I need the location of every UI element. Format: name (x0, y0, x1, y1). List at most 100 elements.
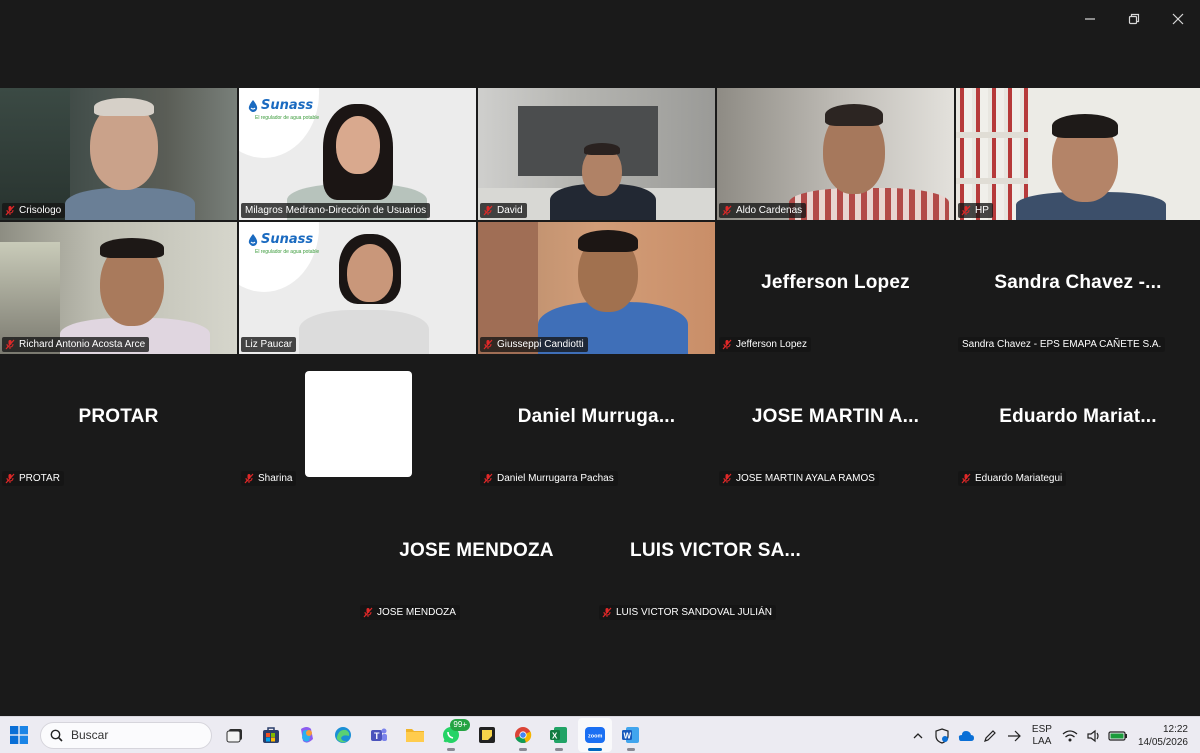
minimize-icon (1085, 18, 1095, 20)
volume-button[interactable] (1082, 724, 1106, 748)
zoom-app[interactable]: zoom (578, 718, 612, 752)
minimize-button[interactable] (1068, 6, 1112, 32)
teams-app[interactable]: T (362, 718, 396, 752)
store-app[interactable] (254, 718, 288, 752)
window-controls (1068, 6, 1200, 32)
search-icon (50, 729, 63, 742)
chevron-up-icon (913, 732, 923, 738)
participant-display-name: Sandra Chavez -... (994, 272, 1162, 293)
participant-tile[interactable]: Jefferson Lopez Jefferson Lopez (717, 222, 954, 354)
edge-app[interactable] (326, 718, 360, 752)
participant-name-tag: Milagros Medrano-Dirección de Usuarios (241, 203, 431, 218)
participant-name-tag: JOSE MENDOZA (360, 605, 460, 620)
excel-icon: X (550, 727, 567, 743)
participant-tile[interactable]: JOSE MARTIN A... JOSE MARTIN AYALA RAMOS (717, 356, 954, 488)
muted-mic-icon (483, 473, 493, 484)
copilot-app[interactable] (290, 718, 324, 752)
participant-name-tag: Liz Paucar (241, 337, 297, 352)
participant-name-tag: Eduardo Mariategui (958, 471, 1067, 486)
participant-display-name: Daniel Murruga... (517, 406, 676, 427)
participant-tile[interactable]: Eduardo Mariat... Eduardo Mariategui (956, 356, 1200, 488)
muted-mic-icon (5, 339, 15, 350)
excel-app[interactable]: X (542, 718, 576, 752)
cloud-icon (958, 730, 974, 741)
participant-tile[interactable]: Sandra Chavez -... Sandra Chavez - EPS E… (956, 222, 1200, 354)
start-button[interactable] (6, 722, 32, 748)
zoom-label: zoom (588, 734, 602, 740)
participant-tile[interactable]: Daniel Murruga... Daniel Murrugarra Pach… (478, 356, 715, 488)
store-icon (263, 727, 279, 743)
muted-mic-icon (961, 205, 971, 216)
muted-mic-icon (961, 473, 971, 484)
participant-tile-active-speaker[interactable]: Sunass El regulador de agua potable Mila… (239, 88, 476, 220)
muted-mic-icon (5, 473, 15, 484)
windows-logo-icon (10, 726, 28, 744)
muted-mic-icon (363, 607, 373, 618)
participant-video: Sunass El regulador de agua potable (239, 88, 476, 220)
muted-mic-icon (722, 205, 732, 216)
speaker-icon (1087, 729, 1099, 742)
chrome-app[interactable] (506, 718, 540, 752)
clock-time: 12:22 (1162, 723, 1188, 735)
file-explorer-app[interactable] (398, 718, 432, 752)
participant-display-name: JOSE MENDOZA (399, 540, 554, 561)
sunass-tagline: El regulador de agua potable (255, 249, 320, 255)
whatsapp-app[interactable]: 99+ (434, 718, 470, 752)
edge-icon (335, 727, 351, 743)
svg-text:X: X (552, 732, 558, 741)
participant-avatar (305, 371, 412, 477)
muted-mic-icon (5, 205, 15, 216)
participant-tile[interactable]: Giusseppi Candiotti (478, 222, 715, 354)
participant-name-tag: Giusseppi Candiotti (480, 337, 588, 352)
sunass-tagline: El regulador de agua potable (255, 115, 320, 121)
task-view-button[interactable] (218, 718, 252, 752)
participant-name-tag: David (480, 203, 527, 218)
security-button[interactable] (930, 724, 954, 748)
svg-text:W: W (624, 732, 632, 741)
clock[interactable]: 12:22 14/05/2026 (1138, 723, 1188, 749)
participant-tile[interactable]: Crisologo (0, 88, 237, 220)
participant-tile[interactable]: Aldo Cardenas (717, 88, 954, 220)
close-button[interactable] (1156, 6, 1200, 32)
svg-text:T: T (374, 731, 380, 741)
participant-video (478, 222, 715, 354)
sticky-notes-app[interactable] (470, 718, 504, 752)
input-language-button[interactable]: ESP LAA (1032, 724, 1052, 748)
participant-tile[interactable]: LUIS VICTOR SA... LUIS VICTOR SANDOVAL J… (597, 490, 834, 622)
muted-mic-icon (483, 339, 493, 350)
arrow-icon (1007, 730, 1021, 741)
taskbar-search[interactable]: Buscar (40, 721, 212, 749)
participant-name-tag: JOSE MARTIN AYALA RAMOS (719, 471, 879, 486)
onedrive-button[interactable] (954, 724, 978, 748)
windows-taskbar: Buscar T 99+ X zoom W ESP LAA 12:22 14/0… (0, 716, 1200, 753)
battery-icon (1108, 730, 1127, 741)
participant-video (478, 88, 715, 220)
zoom-icon: zoom (585, 727, 605, 743)
participant-tile[interactable]: Sharina (239, 356, 476, 488)
participant-video (956, 88, 1200, 220)
chrome-icon (515, 727, 532, 744)
edge-tray-button[interactable] (1002, 724, 1026, 748)
clock-date: 14/05/2026 (1137, 736, 1188, 748)
battery-button[interactable] (1106, 724, 1130, 748)
participant-name-tag: HP (958, 203, 993, 218)
tray-overflow-button[interactable] (906, 724, 930, 748)
participant-tile[interactable]: HP (956, 88, 1200, 220)
participant-tile[interactable]: David (478, 88, 715, 220)
participant-tile[interactable]: JOSE MENDOZA JOSE MENDOZA (358, 490, 595, 622)
restore-button[interactable] (1112, 6, 1156, 32)
word-app[interactable]: W (614, 718, 648, 752)
network-button[interactable] (1058, 724, 1082, 748)
participant-tile[interactable]: Sunass El regulador de agua potable Liz … (239, 222, 476, 354)
participant-name-tag: Crisologo (2, 203, 66, 218)
muted-mic-icon (483, 205, 493, 216)
teams-icon: T (371, 728, 387, 741)
participant-tile[interactable]: Richard Antonio Acosta Arce (0, 222, 237, 354)
muted-mic-icon (722, 473, 732, 484)
participant-tile[interactable]: PROTAR PROTAR (0, 356, 237, 488)
participant-display-name: Eduardo Mariat... (999, 406, 1157, 427)
restore-icon (1128, 13, 1140, 25)
sticky-notes-icon (479, 727, 495, 743)
notification-badge: 99+ (450, 719, 470, 731)
pen-menu-button[interactable] (978, 724, 1002, 748)
